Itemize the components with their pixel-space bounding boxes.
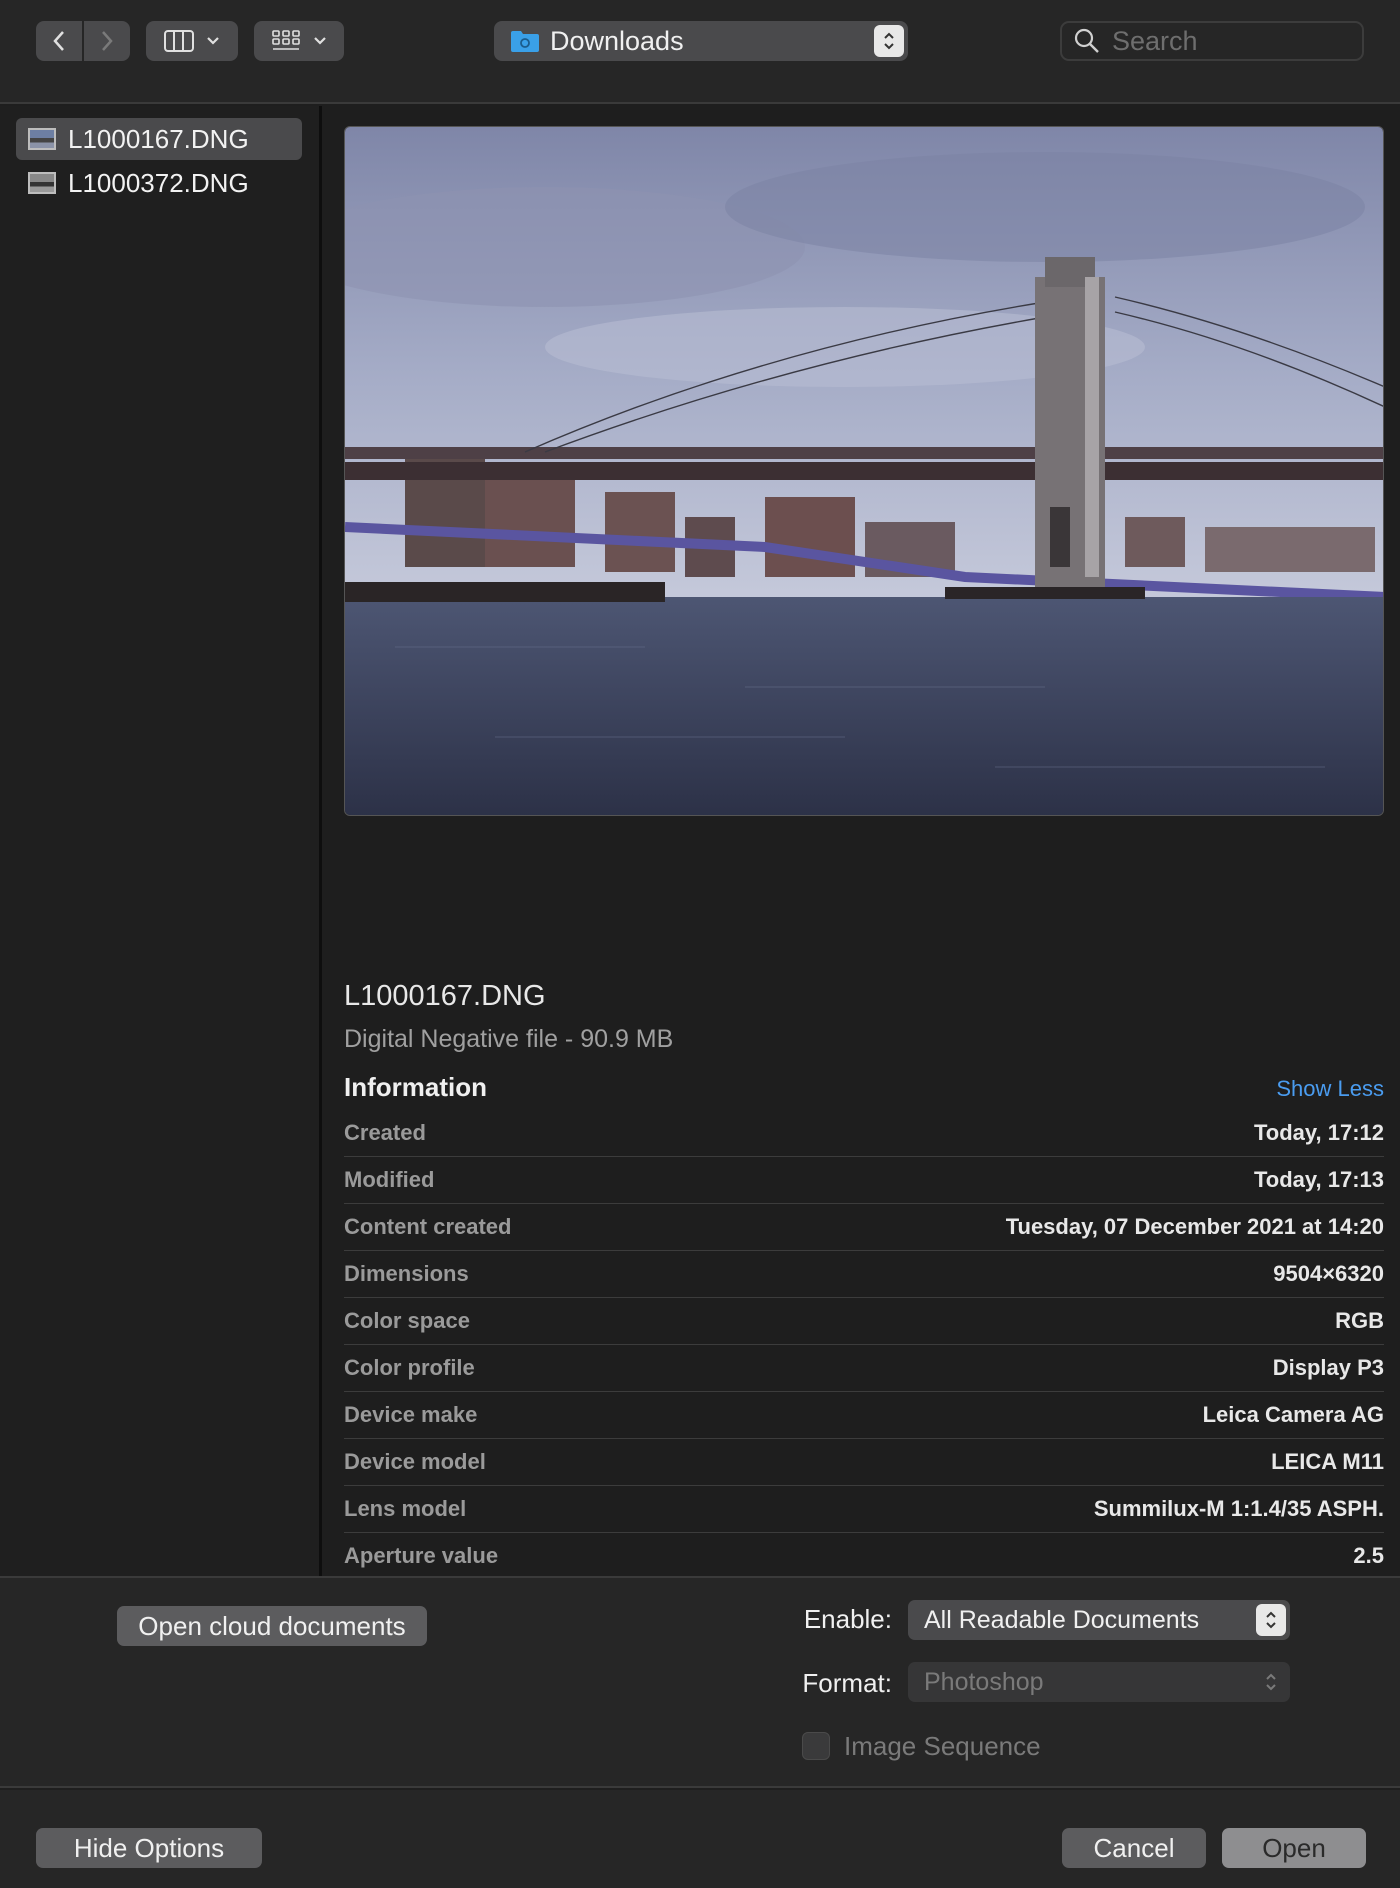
info-value: Today, 17:13 <box>1253 1167 1384 1192</box>
info-key: Dimensions <box>344 1261 469 1286</box>
search-placeholder: Search <box>1112 25 1198 56</box>
info-key: Created <box>344 1120 426 1145</box>
info-key: Device make <box>344 1402 478 1427</box>
image-preview <box>344 126 1384 816</box>
info-row-color-space: Color space RGB <box>344 1298 1384 1345</box>
hide-options-button[interactable]: Hide Options <box>36 1828 262 1868</box>
preview-file-kind: Digital Negative file - 90.9 MB <box>344 1025 674 1053</box>
image-file-icon <box>28 172 56 194</box>
navigation-buttons <box>36 21 130 61</box>
info-value: Summilux-M 1:1.4/35 ASPH. <box>1093 1496 1384 1521</box>
info-key: Lens model <box>344 1496 467 1521</box>
info-row-lens-model: Lens model Summilux-M 1:1.4/35 ASPH. <box>344 1486 1384 1533</box>
cancel-button[interactable]: Cancel <box>1062 1828 1206 1868</box>
search-field[interactable]: Search <box>1060 21 1364 61</box>
location-popup[interactable]: Downloads <box>494 21 908 61</box>
view-mode-button[interactable] <box>146 21 238 61</box>
info-key: Device model <box>344 1449 486 1474</box>
bridge-photo <box>345 127 1383 815</box>
toolbar: Downloads Search <box>0 0 1400 104</box>
info-row-device-model: Device model LEICA M11 <box>344 1439 1384 1486</box>
search-icon <box>1074 28 1099 53</box>
info-row-device-make: Device make Leica Camera AG <box>344 1392 1384 1439</box>
location-label: Downloads <box>550 25 684 56</box>
info-value: Leica Camera AG <box>1202 1402 1384 1427</box>
file-name: L1000167.DNG <box>68 123 249 154</box>
info-key: Modified <box>344 1167 435 1192</box>
info-row-aperture-value: Aperture value 2.5 <box>344 1533 1384 1580</box>
format-value: Photoshop <box>924 1667 1044 1696</box>
info-value: RGB <box>1335 1308 1384 1333</box>
show-less-link[interactable]: Show Less <box>1160 1076 1384 1102</box>
enable-label: Enable: <box>803 1604 892 1634</box>
enable-value: All Readable Documents <box>924 1605 1200 1634</box>
enable-popup[interactable]: All Readable Documents <box>908 1600 1290 1640</box>
info-value: Today, 17:12 <box>1253 1120 1384 1145</box>
group-button[interactable] <box>254 21 344 61</box>
info-row-dimensions: Dimensions 9504×6320 <box>344 1251 1384 1298</box>
back-button[interactable] <box>36 21 82 61</box>
info-key: Color profile <box>344 1355 475 1380</box>
info-value: Tuesday, 07 December 2021 at 14:20 <box>1005 1214 1384 1239</box>
image-sequence-checkbox <box>802 1732 830 1760</box>
info-row-content-created: Content created Tuesday, 07 December 2021… <box>344 1204 1384 1251</box>
list-item[interactable]: L1000372.DNG <box>16 162 302 204</box>
popup-stepper-icon <box>874 25 904 57</box>
info-row-created: Created Today, 17:12 <box>344 1110 1384 1157</box>
info-value: 2.5 <box>1353 1543 1384 1568</box>
info-row-modified: Modified Today, 17:13 <box>344 1157 1384 1204</box>
info-key: Content created <box>344 1214 512 1239</box>
columns-icon <box>164 30 194 52</box>
info-value: 9504×6320 <box>1273 1261 1384 1286</box>
info-value: Display P3 <box>1272 1355 1384 1380</box>
chevron-right-icon <box>102 31 113 51</box>
options-panel: Open cloud documents Enable: All Readabl… <box>0 1576 1400 1788</box>
popup-stepper-icon <box>1256 1604 1286 1636</box>
info-row-color-profile: Color profile Display P3 <box>344 1345 1384 1392</box>
file-name: L1000372.DNG <box>68 167 249 198</box>
list-item[interactable]: L1000167.DNG <box>16 118 302 160</box>
forward-button[interactable] <box>82 21 130 61</box>
image-sequence-label: Image Sequence <box>844 1731 1041 1761</box>
format-popup: Photoshop <box>908 1662 1290 1702</box>
format-label: Format: <box>802 1668 892 1698</box>
file-list: L1000167.DNG L1000372.DNG <box>0 106 322 1576</box>
info-value: LEICA M11 <box>1271 1449 1384 1474</box>
grid-icon <box>272 30 300 50</box>
preview-file-name: L1000167.DNG <box>344 980 546 1012</box>
open-cloud-documents-button[interactable]: Open cloud documents <box>117 1606 427 1646</box>
chevron-down-icon <box>314 37 326 45</box>
chevron-left-icon <box>53 31 64 51</box>
footer: Hide Options Cancel Open <box>0 1790 1400 1888</box>
folder-icon <box>511 31 539 52</box>
info-key: Aperture value <box>344 1543 499 1568</box>
chevron-down-icon <box>207 37 219 45</box>
open-button[interactable]: Open <box>1222 1828 1366 1868</box>
information-heading: Information <box>344 1072 487 1102</box>
image-file-icon <box>28 128 56 150</box>
info-table: Created Today, 17:12 Modified Today, 17:13… <box>344 1110 1384 1580</box>
popup-stepper-icon <box>1266 1673 1276 1691</box>
info-key: Color space <box>344 1308 470 1333</box>
